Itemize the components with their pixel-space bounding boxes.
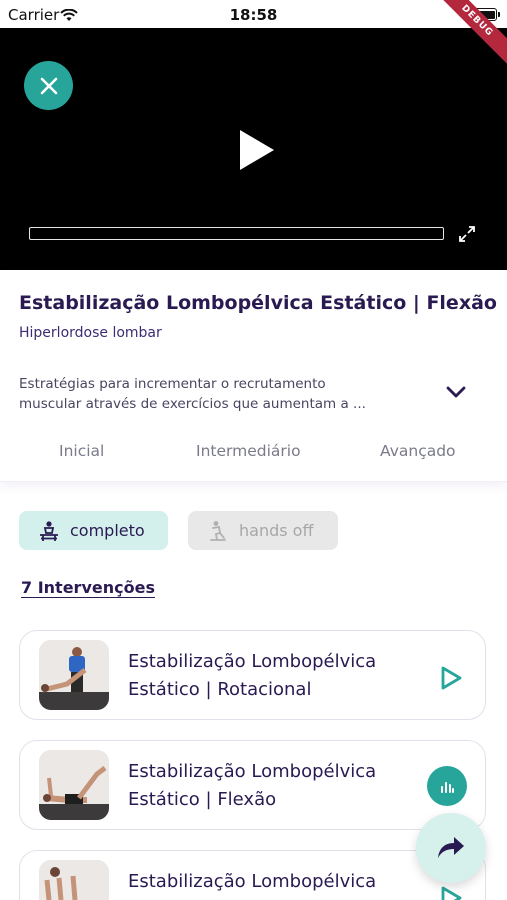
therapist-icon	[40, 520, 58, 541]
share-button[interactable]	[416, 813, 486, 883]
intervention-title: Estabilização Lombopélvica Estático | Ro…	[128, 651, 377, 700]
play-icon[interactable]	[236, 128, 276, 172]
description-line: muscular através de exercícios que aumen…	[19, 396, 366, 412]
tab-intermediario[interactable]: Intermediário	[196, 442, 301, 460]
close-icon	[40, 77, 57, 94]
complete-mode-button[interactable]: completo	[19, 511, 168, 550]
chart-icon	[441, 782, 454, 793]
progress-chart-button[interactable]	[427, 766, 467, 806]
hands-off-icon	[210, 520, 226, 541]
exercise-title: Estabilização Lombopélvica Estático | Fl…	[19, 292, 497, 314]
chevron-down-icon[interactable]	[443, 382, 469, 402]
clock: 18:58	[229, 6, 278, 24]
level-tabs: Inicial Intermediário Avançado	[0, 438, 507, 466]
tab-avancado[interactable]: Avançado	[380, 442, 456, 460]
exercise-subtitle: Hiperlordose lombar	[19, 325, 162, 341]
hands-off-mode-button[interactable]: hands off	[188, 511, 338, 550]
exercise-thumbnail	[39, 750, 109, 820]
exercise-description: Estratégias para incrementar o recrutame…	[19, 374, 419, 414]
intervention-title: Estabilização Lombopélvica Estático | Fl…	[128, 761, 377, 810]
status-bar: Carrier 18:58	[0, 0, 507, 28]
video-progress-bar[interactable]	[29, 227, 444, 240]
complete-mode-label: completo	[70, 521, 145, 540]
intervention-card[interactable]: Estabilização Lombopélvica Estático | Ro…	[19, 630, 486, 720]
tab-inicial[interactable]: Inicial	[59, 442, 104, 460]
share-arrow-icon	[438, 837, 464, 858]
interventions-count-link[interactable]: 7 Intervenções	[21, 578, 155, 597]
intervention-card[interactable]: Estabilização Lombopélvica	[19, 850, 486, 900]
close-button[interactable]	[24, 61, 73, 110]
play-icon[interactable]	[430, 658, 470, 698]
video-player[interactable]	[0, 28, 507, 270]
exercise-thumbnail	[39, 860, 109, 900]
intervention-card[interactable]: Estabilização Lombopélvica Estático | Fl…	[19, 740, 486, 830]
description-line: Estratégias para incrementar o recrutame…	[19, 376, 326, 392]
fullscreen-icon[interactable]	[458, 225, 476, 243]
intervention-title: Estabilização Lombopélvica	[128, 871, 377, 892]
hands-off-mode-label: hands off	[239, 521, 314, 540]
exercise-thumbnail	[39, 640, 109, 710]
exercise-info: Estabilização Lombopélvica Estático | Fl…	[0, 270, 507, 482]
